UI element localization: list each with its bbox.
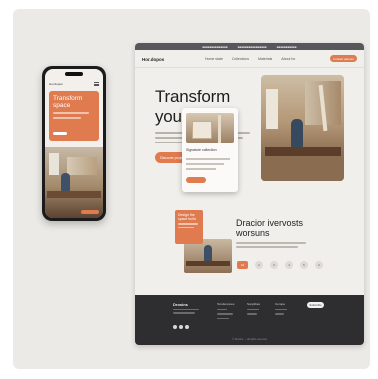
phone-cta-button[interactable] <box>81 210 99 214</box>
section-feature-card[interactable]: Design the space build <box>175 210 203 244</box>
photo-worker <box>291 119 303 147</box>
social-links <box>173 325 189 329</box>
announcement-text: ■■■■■■■■■■■■■■ <box>202 44 228 49</box>
site-logo[interactable]: Hor.dopos <box>142 57 164 62</box>
nav-links: Home state Collections Materials About f… <box>205 57 295 61</box>
photo-floor <box>261 156 344 181</box>
nav-link-about[interactable]: About for <box>281 57 295 61</box>
site-footer: Drosins Teroferences Sonplities Compa Su… <box>135 295 364 345</box>
copyright-text: © Drosins — all rights reserved <box>232 338 267 341</box>
page-button[interactable]: 2 <box>255 261 263 269</box>
photo-shelf <box>67 157 97 175</box>
phone-hero-card: Transform space <box>49 91 99 141</box>
page-button[interactable]: 5 <box>300 261 308 269</box>
hero-workshop-photo <box>261 75 344 181</box>
section-card-title: Design the space build <box>178 213 196 221</box>
contact-button[interactable]: Contact planner <box>330 55 357 62</box>
text-line <box>186 163 224 165</box>
section-workshop-photo <box>184 239 232 273</box>
footer-link[interactable] <box>275 309 287 311</box>
main-navbar: Hor.dopos Home state Collections Materia… <box>135 51 364 68</box>
hamburger-icon[interactable] <box>94 82 99 86</box>
photo-window <box>266 89 278 129</box>
phone-hero-button[interactable] <box>53 132 67 135</box>
nav-link-home[interactable]: Home state <box>205 57 223 61</box>
text-line <box>186 168 216 170</box>
product-card-heading: Signature collection <box>186 148 217 152</box>
page-button[interactable]: 01 <box>237 261 248 269</box>
footer-link[interactable] <box>217 317 229 320</box>
footer-link[interactable] <box>217 309 227 311</box>
footer-column: Compa <box>275 302 287 318</box>
facebook-icon[interactable] <box>179 325 183 329</box>
announcement-text: ■■■■■■■■■■■ <box>276 44 297 49</box>
photo-bench <box>186 261 230 266</box>
desktop-mockup: ■■■■■■■■■■■■■■ ■■■■■■■■■■■■■■■■ ■■■■■■■■… <box>135 43 364 345</box>
phone-logo[interactable]: Hor.dopos <box>49 82 63 86</box>
phone-screen: Hor.dopos Transform space <box>45 69 103 218</box>
text-line <box>186 158 230 160</box>
page-button[interactable]: 3 <box>270 261 278 269</box>
product-photo <box>186 113 234 143</box>
footer-column: Teroferences <box>217 302 234 322</box>
subscribe-button[interactable]: Subscribe <box>307 302 324 308</box>
section-title: Dracior ivervosts worsuns <box>236 218 304 238</box>
photo-worker <box>61 173 70 191</box>
announcement-text: ■■■■■■■■■■■■■■■■ <box>237 44 267 49</box>
pinterest-icon[interactable] <box>185 325 189 329</box>
phone-navbar: Hor.dopos <box>49 81 99 87</box>
footer-link[interactable] <box>247 309 259 311</box>
text-line <box>173 312 195 314</box>
phone-hero-text-line <box>53 112 89 114</box>
page-button[interactable]: 4 <box>285 261 293 269</box>
photo-plank <box>218 115 221 143</box>
phone-workshop-photo <box>45 147 103 218</box>
nav-link-collections[interactable]: Collections <box>232 57 249 61</box>
photo-bench <box>265 147 341 156</box>
footer-logo[interactable]: Drosins <box>173 302 188 307</box>
footer-link[interactable] <box>247 313 257 315</box>
announcement-bar: ■■■■■■■■■■■■■■ ■■■■■■■■■■■■■■■■ ■■■■■■■■… <box>135 43 364 50</box>
photo-bench <box>47 191 101 198</box>
page-button[interactable]: 6 <box>315 261 323 269</box>
product-card-button[interactable] <box>186 177 206 183</box>
photo-cabinet <box>192 121 212 139</box>
instagram-icon[interactable] <box>173 325 177 329</box>
text-line <box>236 246 298 248</box>
phone-hero-text-line <box>53 117 81 119</box>
product-preview-card[interactable]: Signature collection <box>182 108 238 192</box>
nav-link-materials[interactable]: Materials <box>258 57 272 61</box>
footer-description <box>173 309 199 316</box>
text-line <box>236 242 306 244</box>
footer-link[interactable] <box>275 313 284 315</box>
footer-link[interactable] <box>217 313 233 315</box>
phone-notch <box>65 72 83 76</box>
footer-column: Sonplities <box>247 302 260 318</box>
pagination: 01 2 3 4 5 6 <box>237 261 323 269</box>
section-description <box>236 242 306 250</box>
photo-window <box>49 153 59 175</box>
footer-column-heading: Compa <box>275 302 285 306</box>
text-line <box>178 223 198 225</box>
text-line <box>178 226 194 228</box>
phone-mockup: Hor.dopos Transform space <box>42 66 106 221</box>
footer-column-heading: Teroferences <box>217 302 235 306</box>
footer-column-heading: Sonplities <box>247 302 261 306</box>
text-line <box>173 309 199 311</box>
phone-hero-title: Transform space <box>53 95 83 109</box>
